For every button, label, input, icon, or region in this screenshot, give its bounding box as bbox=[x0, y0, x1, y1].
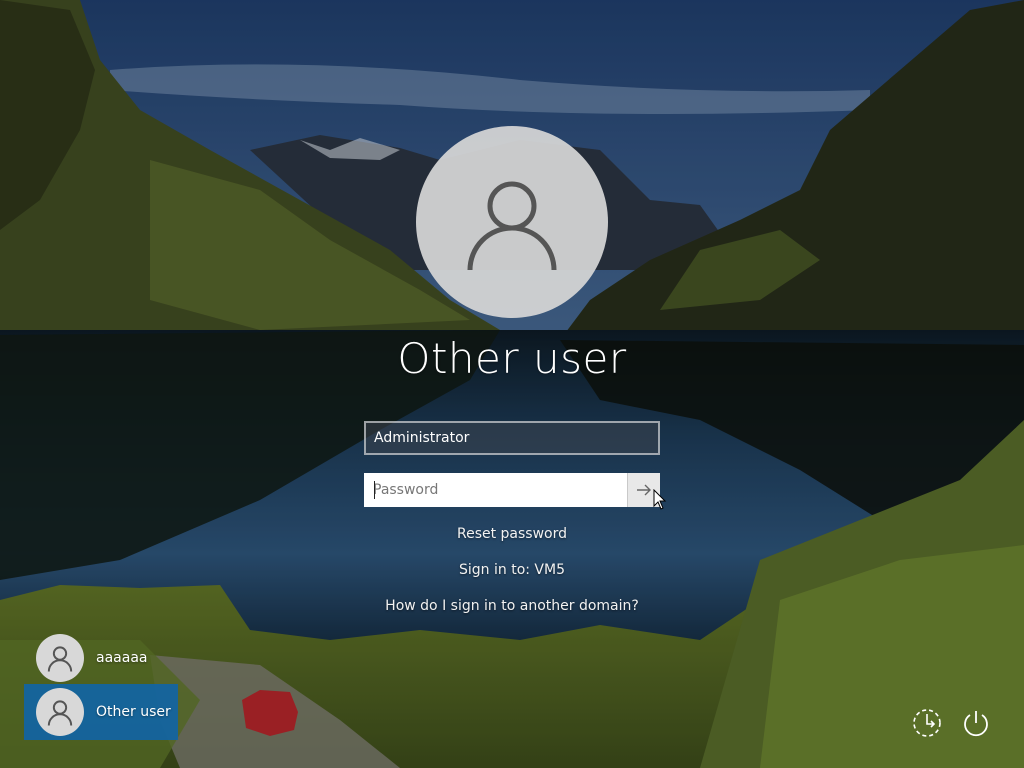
ease-of-access-icon bbox=[913, 709, 941, 737]
user-icon bbox=[467, 181, 557, 271]
text-caret bbox=[374, 481, 375, 499]
username-field[interactable] bbox=[364, 421, 660, 455]
user-tile-name: aaaaaa bbox=[96, 650, 148, 666]
reset-password-link[interactable]: Reset password bbox=[262, 526, 762, 542]
user-tile-name: Other user bbox=[96, 704, 171, 720]
page-title: Other user bbox=[397, 334, 627, 383]
power-icon bbox=[964, 711, 988, 737]
mouse-cursor-icon bbox=[653, 489, 667, 510]
arrow-right-icon bbox=[637, 484, 651, 496]
user-icon bbox=[47, 646, 73, 672]
sign-in-to-label[interactable]: Sign in to: VM5 bbox=[262, 562, 762, 578]
user-icon bbox=[47, 700, 73, 726]
user-tile[interactable]: aaaaaa bbox=[24, 630, 178, 686]
user-tile-selected[interactable]: Other user bbox=[24, 684, 178, 740]
user-avatar bbox=[416, 126, 608, 318]
ease-of-access-button[interactable] bbox=[911, 707, 943, 743]
avatar bbox=[36, 634, 84, 682]
power-button[interactable] bbox=[960, 707, 992, 743]
avatar bbox=[36, 688, 84, 736]
other-domain-link[interactable]: How do I sign in to another domain? bbox=[262, 598, 762, 614]
password-field[interactable] bbox=[364, 473, 627, 507]
